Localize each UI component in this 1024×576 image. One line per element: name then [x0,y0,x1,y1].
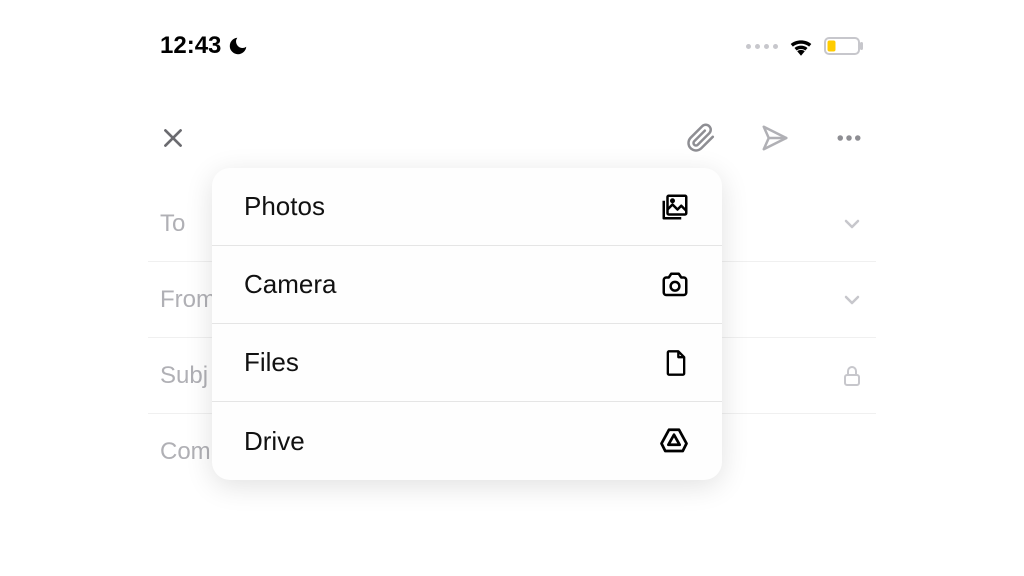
chevron-down-icon [840,288,864,312]
send-button[interactable] [760,123,790,153]
status-time: 12:43 [160,32,221,60]
status-bar: 12:43 [0,32,1024,60]
attach-menu-popover: Photos Camera Files Drive [212,168,722,480]
status-time-group: 12:43 [160,32,249,60]
paperclip-icon [686,123,716,153]
file-icon [662,348,690,378]
attach-camera-item[interactable]: Camera [212,246,722,324]
compose-toolbar [0,116,1024,160]
subject-label: Subj [160,362,208,390]
to-label: To [160,210,185,238]
cellular-dots-icon [746,44,778,49]
status-indicators [746,36,864,56]
drive-icon [658,426,690,456]
from-label: From [160,286,216,314]
wifi-icon [788,36,814,56]
moon-icon [227,35,249,57]
attach-item-label: Files [244,347,299,378]
more-horizontal-icon [834,123,864,153]
chevron-down-icon [840,212,864,236]
lock-icon [840,364,864,388]
attach-button[interactable] [686,123,716,153]
close-icon [160,125,186,151]
photos-icon [660,192,690,222]
camera-icon [660,270,690,300]
close-button[interactable] [160,125,186,151]
attach-item-label: Drive [244,426,305,457]
attach-item-label: Photos [244,191,325,222]
more-button[interactable] [834,123,864,153]
battery-icon [824,37,864,55]
body-label: Com [160,438,211,466]
attach-drive-item[interactable]: Drive [212,402,722,480]
send-icon [760,123,790,153]
attach-files-item[interactable]: Files [212,324,722,402]
attach-photos-item[interactable]: Photos [212,168,722,246]
attach-item-label: Camera [244,269,336,300]
